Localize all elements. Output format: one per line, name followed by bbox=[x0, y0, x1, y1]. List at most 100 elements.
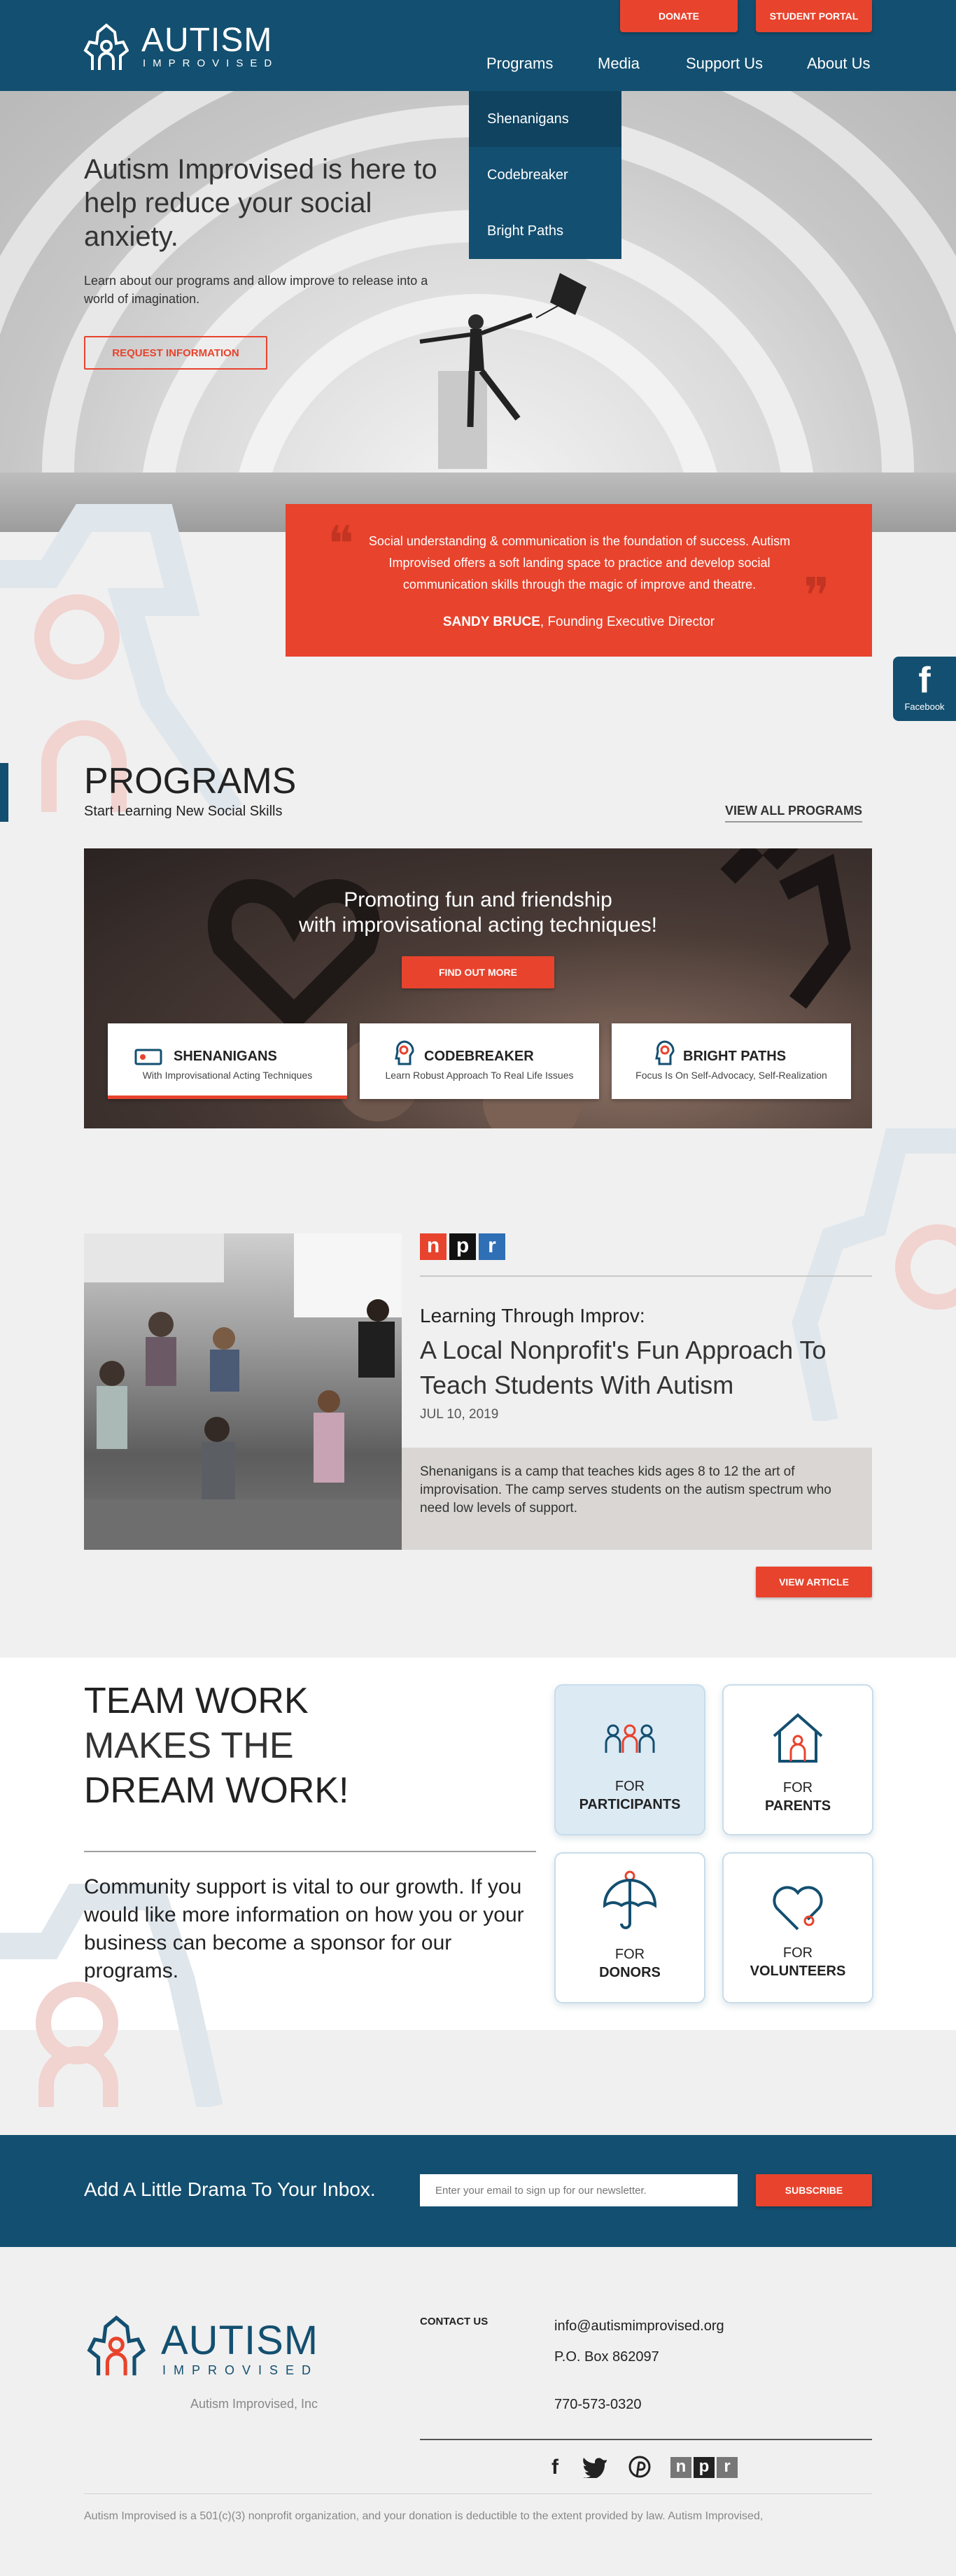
footer-logo-icon bbox=[87, 2315, 146, 2376]
umbrella-icon bbox=[603, 1870, 657, 1929]
logo-icon bbox=[83, 23, 129, 70]
testimonial-box: ❝ ❞ Social understanding & communication… bbox=[286, 504, 872, 657]
facebook-tab[interactable]: f Facebook bbox=[893, 657, 956, 721]
programs-dropdown: Shenanigans Codebreaker Bright Paths bbox=[469, 91, 621, 259]
request-information-button[interactable]: REQUEST INFORMATION bbox=[84, 336, 267, 370]
article-title: A Local Nonprofit's Fun Approach To Teac… bbox=[420, 1336, 827, 1399]
footer-npr-logo[interactable]: n p r bbox=[670, 2457, 738, 2478]
tile-who-label: DONORS bbox=[599, 1965, 661, 1980]
article-summary: Shenanigans is a camp that teaches kids … bbox=[420, 1464, 831, 1516]
facebook-icon[interactable]: f bbox=[551, 2456, 558, 2479]
npr-letter: p bbox=[449, 1233, 476, 1260]
quote-text: Social understanding & communication is … bbox=[368, 534, 791, 592]
programs-title: PROGRAMS bbox=[84, 761, 297, 802]
program-card-codebreaker[interactable]: CODEBREAKER Learn Robust Approach To Rea… bbox=[360, 1023, 599, 1099]
tile-for-volunteers[interactable]: FOR VOLUNTEERS bbox=[722, 1852, 873, 2003]
tile-for-label: FOR bbox=[782, 1945, 813, 1961]
tile-who-label: PARTICIPANTS bbox=[579, 1797, 681, 1812]
newsletter-section: Add A Little Drama To Your Inbox. SUBSCR… bbox=[0, 2135, 956, 2247]
pinterest-icon[interactable] bbox=[628, 2456, 651, 2478]
logo-subtitle: IMPROVISED bbox=[143, 57, 279, 69]
program-card-bright-paths[interactable]: BRIGHT PATHS Focus Is On Self-Advocacy, … bbox=[612, 1023, 851, 1099]
footer-logo-title: AUTISM bbox=[161, 2318, 319, 2363]
card-subtitle: Learn Robust Approach To Real Life Issue… bbox=[385, 1070, 574, 1081]
article-photo bbox=[84, 1233, 402, 1550]
teamwork-line-1: TEAM WORK bbox=[84, 1681, 309, 1721]
contact-email[interactable]: info@autismimprovised.org bbox=[554, 2318, 724, 2334]
quote-role: , Founding Executive Director bbox=[540, 615, 715, 629]
group-icon bbox=[605, 1724, 655, 1753]
head-gear-icon bbox=[395, 1040, 414, 1065]
tile-for-label: FOR bbox=[782, 1780, 813, 1795]
article-divider bbox=[420, 1275, 872, 1277]
footer-logo-subtitle: IMPROVISED bbox=[162, 2363, 319, 2377]
side-accent-bar bbox=[0, 763, 8, 822]
contact-phone[interactable]: 770-573-0320 bbox=[554, 2397, 642, 2413]
dropdown-item-shenanigans[interactable]: Shenanigans bbox=[469, 91, 621, 147]
programs-promo-banner: Promoting fun and friendship with improv… bbox=[84, 848, 872, 1128]
facebook-label: Facebook bbox=[904, 701, 945, 712]
tile-for-label: FOR bbox=[614, 1779, 645, 1794]
heart-icon bbox=[773, 1886, 823, 1931]
footer-disclaimer: Autism Improvised is a 501(c)(3) nonprof… bbox=[84, 2510, 764, 2522]
contact-heading: CONTACT US bbox=[420, 2316, 488, 2328]
promo-heading: Promoting fun and friendship with improv… bbox=[84, 888, 872, 938]
open-quote-icon: ❝ bbox=[328, 515, 354, 573]
teamwork-heading: TEAM WORK MAKES THE DREAM WORK! bbox=[84, 1679, 349, 1813]
npr-letter: n bbox=[670, 2457, 691, 2478]
nav-support-us[interactable]: Support Us bbox=[686, 55, 763, 73]
footer-bottom-divider bbox=[84, 2493, 872, 2494]
nav-about-us[interactable]: About Us bbox=[807, 55, 871, 73]
promo-line-1: Promoting fun and friendship bbox=[344, 888, 612, 911]
teamwork-line-2: MAKES THE bbox=[84, 1726, 294, 1766]
article-kicker: Learning Through Improv: bbox=[420, 1305, 645, 1326]
card-subtitle: Focus Is On Self-Advocacy, Self-Realizat… bbox=[635, 1070, 827, 1081]
site-header: AUTISM IMPROVISED DONATE STUDENT PORTAL … bbox=[0, 0, 956, 91]
programs-subtitle: Start Learning New Social Skills bbox=[84, 804, 283, 819]
classroom-photo-image bbox=[84, 1233, 402, 1550]
article-summary-box: Shenanigans is a camp that teaches kids … bbox=[402, 1448, 872, 1550]
dropdown-item-codebreaker[interactable]: Codebreaker bbox=[469, 147, 621, 203]
footer-divider bbox=[420, 2439, 872, 2440]
newsletter-email-input[interactable] bbox=[420, 2174, 738, 2206]
house-family-icon bbox=[773, 1713, 823, 1763]
footer-logo[interactable]: AUTISM IMPROVISED bbox=[84, 2314, 343, 2384]
view-article-button[interactable]: VIEW ARTICLE bbox=[756, 1567, 872, 1597]
npr-letter: r bbox=[717, 2457, 738, 2478]
card-title: SHENANIGANS bbox=[174, 1049, 277, 1064]
student-portal-button[interactable]: STUDENT PORTAL bbox=[756, 0, 872, 32]
tile-for-parents[interactable]: FOR PARENTS bbox=[722, 1684, 873, 1835]
head-lightbulb-icon bbox=[655, 1040, 675, 1065]
article-date: JUL 10, 2019 bbox=[420, 1407, 499, 1422]
tickets-icon bbox=[134, 1049, 162, 1065]
tile-for-participants[interactable]: FOR PARTICIPANTS bbox=[554, 1684, 705, 1835]
logo[interactable]: AUTISM IMPROVISED bbox=[83, 21, 279, 74]
tile-who-label: VOLUNTEERS bbox=[750, 1963, 846, 1979]
promo-line-2: with improvisational acting techniques! bbox=[299, 913, 657, 937]
npr-letter: p bbox=[694, 2457, 715, 2478]
teamwork-divider bbox=[84, 1851, 536, 1852]
nav-media[interactable]: Media bbox=[598, 55, 640, 73]
hero-text: Learn about our programs and allow impro… bbox=[84, 274, 428, 306]
npr-logo: n p r bbox=[420, 1233, 505, 1260]
npr-letter: r bbox=[479, 1233, 505, 1260]
npr-letter: n bbox=[420, 1233, 447, 1260]
tile-for-label: FOR bbox=[614, 1947, 645, 1962]
view-all-programs-link[interactable]: VIEW ALL PROGRAMS bbox=[725, 804, 863, 822]
quote-attribution: SANDY BRUCE, Founding Executive Director bbox=[286, 615, 872, 630]
tile-for-donors[interactable]: FOR DONORS bbox=[554, 1852, 705, 2003]
program-card-shenanigans[interactable]: SHENANIGANS With Improvisational Acting … bbox=[108, 1023, 347, 1099]
footer-company: Autism Improvised, Inc bbox=[190, 2397, 318, 2411]
subscribe-button[interactable]: SUBSCRIBE bbox=[756, 2174, 872, 2206]
newsletter-title: Add A Little Drama To Your Inbox. bbox=[84, 2178, 376, 2200]
logo-title: AUTISM bbox=[141, 22, 273, 59]
dropdown-item-bright-paths[interactable]: Bright Paths bbox=[469, 203, 621, 259]
nav-programs[interactable]: Programs bbox=[486, 55, 553, 73]
twitter-icon[interactable] bbox=[582, 2457, 607, 2478]
teamwork-text: Community support is vital to our growth… bbox=[84, 1875, 524, 1982]
find-out-more-button[interactable]: FIND OUT MORE bbox=[402, 956, 554, 988]
contact-po-box: P.O. Box 862097 bbox=[554, 2349, 659, 2365]
card-subtitle: With Improvisational Acting Techniques bbox=[142, 1070, 313, 1081]
card-title: CODEBREAKER bbox=[424, 1049, 534, 1064]
donate-button[interactable]: DONATE bbox=[620, 0, 738, 32]
